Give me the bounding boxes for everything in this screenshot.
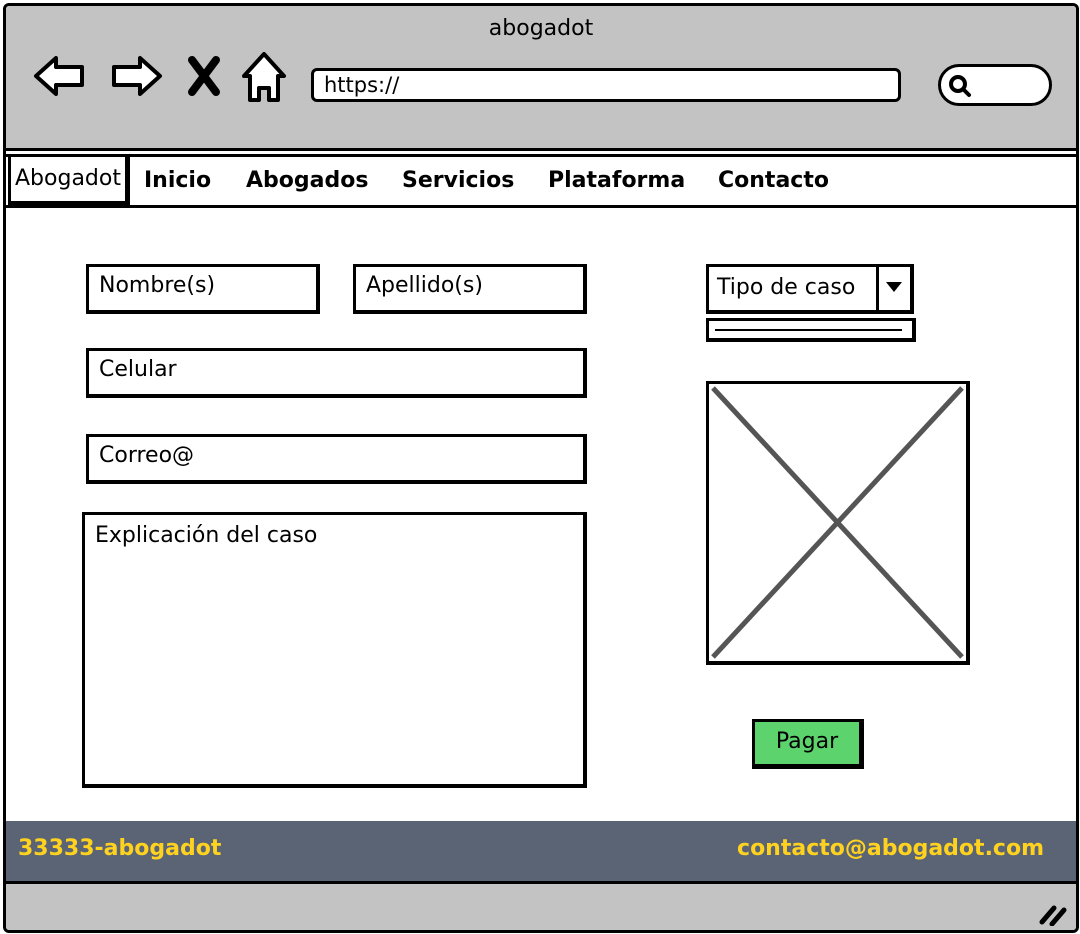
home-icon[interactable] [236,48,292,104]
resize-grip-icon[interactable] [1038,902,1068,926]
dropdown-list[interactable] [706,318,916,342]
chevron-down-icon [886,282,902,292]
dropdown-arrow[interactable] [876,267,910,310]
footer-phone: 33333-abogadot [18,836,222,861]
search-icon [949,75,971,97]
nav-item-inicio[interactable]: Inicio [144,157,211,205]
forward-arrow-icon[interactable] [108,48,164,104]
site-footer: 33333-abogadot contacto@abogadot.com [6,821,1076,881]
browser-window: abogadot https:// Abogadot Inicio Abogad… [3,3,1079,933]
explicacion-textarea[interactable]: Explicación del caso [82,512,587,788]
back-arrow-icon[interactable] [32,48,88,104]
correo-field[interactable]: Correo@ [86,434,587,484]
tipo-caso-label: Tipo de caso [717,275,856,300]
footer-email[interactable]: contacto@abogadot.com [737,821,1044,877]
nav-item-abogadot[interactable]: Abogadot [8,154,130,206]
close-x-icon[interactable] [182,48,226,104]
browser-titlebar: abogadot https:// [6,6,1076,151]
nav-item-plataforma[interactable]: Plataforma [548,157,685,205]
pay-button[interactable]: Pagar [752,719,864,769]
apellido-field[interactable]: Apellido(s) [353,264,587,314]
site-nav: Abogadot Inicio Abogados Servicios Plata… [6,154,1076,208]
tipo-caso-select[interactable]: Tipo de caso [706,264,914,314]
nav-item-contacto[interactable]: Contacto [718,157,829,205]
search-box[interactable] [938,64,1052,106]
celular-field[interactable]: Celular [86,348,587,398]
nombre-field[interactable]: Nombre(s) [86,264,320,314]
url-input[interactable]: https:// [311,68,901,102]
browser-statusbar [6,881,1076,930]
window-title: abogadot [488,16,594,41]
nav-item-abogados[interactable]: Abogados [246,157,368,205]
image-placeholder [706,381,970,665]
nav-item-servicios[interactable]: Servicios [402,157,514,205]
